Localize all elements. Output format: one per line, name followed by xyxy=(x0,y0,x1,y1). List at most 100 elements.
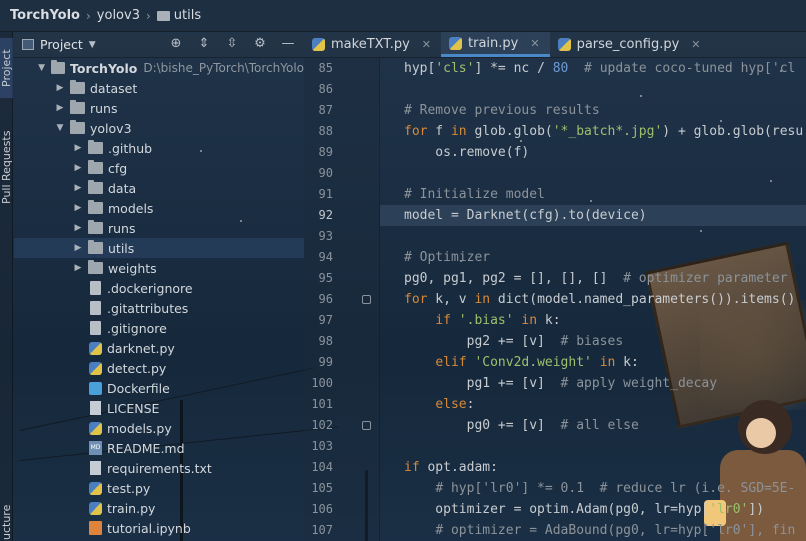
fold-icon[interactable] xyxy=(362,421,371,430)
line-number[interactable]: 103 xyxy=(303,436,333,457)
close-icon[interactable]: ✕ xyxy=(422,38,431,51)
chevron-down-icon[interactable]: ▼ xyxy=(89,40,96,50)
tree-item-readme-md[interactable]: MD README.md xyxy=(14,438,304,458)
close-icon[interactable]: ✕ xyxy=(691,38,700,51)
tree-item-weights[interactable]: ▶ weights xyxy=(14,258,304,278)
tree-item-github[interactable]: ▶ .github xyxy=(14,138,304,158)
minimize-icon[interactable]: — xyxy=(280,36,296,52)
chevron-right-icon[interactable]: ▶ xyxy=(72,223,84,233)
chevron-right-icon[interactable]: ▶ xyxy=(72,143,84,153)
breadcrumb-item-torchyolo[interactable]: TorchYolo xyxy=(4,8,86,23)
expand-all-icon[interactable]: ⇕ xyxy=(196,36,212,52)
breadcrumb-item-yolov3[interactable]: yolov3 xyxy=(91,8,146,23)
code-line[interactable]: model = Darknet(cfg).to(device) xyxy=(380,205,806,226)
line-number[interactable]: 105 xyxy=(303,478,333,499)
project-panel-title[interactable]: Project xyxy=(40,37,83,52)
line-number[interactable]: 88 xyxy=(303,121,333,142)
tree-item-utils[interactable]: ▶ utils xyxy=(14,238,304,258)
collapse-all-icon[interactable]: ⇳ xyxy=(224,36,240,52)
code-line[interactable]: for f in glob.glob('*_batch*.jpg') + glo… xyxy=(380,121,806,142)
code-line[interactable]: for k, v in dict(model.named_parameters(… xyxy=(380,289,806,310)
tree-root[interactable]: ▼ TorchYolo D:\bishe_PyTorch\TorchYolo xyxy=(14,58,304,78)
tree-item-dataset[interactable]: ▶ dataset xyxy=(14,78,304,98)
tree-item-cfg[interactable]: ▶ cfg xyxy=(14,158,304,178)
side-tab-pull-requests[interactable]: Pull Requests xyxy=(0,112,13,222)
line-number[interactable]: 92 xyxy=(303,205,333,226)
code-line[interactable]: pg0 += [v] # all else xyxy=(380,415,806,436)
code-line[interactable] xyxy=(380,436,806,457)
line-number[interactable]: 87 xyxy=(303,100,333,121)
side-tab-structure[interactable]: ucture xyxy=(0,502,13,541)
breadcrumb-item-utils[interactable]: utils xyxy=(151,8,207,23)
editor-tab-train-py[interactable]: train.py ✕ xyxy=(441,32,550,57)
code-line[interactable]: if '.bias' in k: xyxy=(380,310,806,331)
line-number[interactable]: 95 xyxy=(303,268,333,289)
code-line[interactable]: pg2 += [v] # biases xyxy=(380,331,806,352)
code-line[interactable]: if opt.adam: xyxy=(380,457,806,478)
code-line[interactable]: # Initialize model xyxy=(380,184,806,205)
chevron-right-icon[interactable]: ▶ xyxy=(72,243,84,253)
tree-item-tutorial-ipynb[interactable]: tutorial.ipynb xyxy=(14,518,304,538)
side-tab-project[interactable]: Project xyxy=(0,38,13,98)
code-line[interactable] xyxy=(380,79,806,100)
line-number[interactable]: 96 xyxy=(303,289,333,310)
code-line[interactable]: os.remove(f) xyxy=(380,142,806,163)
chevron-down-icon[interactable]: ▼ xyxy=(54,123,66,133)
chevron-right-icon[interactable]: ▶ xyxy=(72,163,84,173)
chevron-right-icon[interactable]: ▶ xyxy=(72,203,84,213)
code-line[interactable]: pg1 += [v] # apply weight_decay xyxy=(380,373,806,394)
code-line[interactable]: # optimizer = AdaBound(pg0, lr=hyp['lr0'… xyxy=(380,520,806,541)
code-line[interactable] xyxy=(380,226,806,247)
code-line[interactable]: # Remove previous results xyxy=(380,100,806,121)
gear-icon[interactable]: ⚙ xyxy=(252,36,268,52)
line-number[interactable]: 90 xyxy=(303,163,333,184)
code-line[interactable]: # Optimizer xyxy=(380,247,806,268)
tree-item-yolov3[interactable]: ▼ yolov3 xyxy=(14,118,304,138)
line-number[interactable]: 91 xyxy=(303,184,333,205)
line-number[interactable]: 100 xyxy=(303,373,333,394)
tree-item-models[interactable]: ▶ models xyxy=(14,198,304,218)
code-editor[interactable]: hyp['cls'] *= nc / 80 # update coco-tune… xyxy=(380,58,806,541)
tree-item-gitignore[interactable]: .gitignore xyxy=(14,318,304,338)
locate-icon[interactable]: ⊕ xyxy=(168,36,184,52)
code-line[interactable]: optimizer = optim.Adam(pg0, lr=hyp['lr0'… xyxy=(380,499,806,520)
code-line[interactable]: elif 'Conv2d.weight' in k: xyxy=(380,352,806,373)
chevron-right-icon[interactable]: ▶ xyxy=(72,183,84,193)
line-number[interactable]: 107 xyxy=(303,520,333,541)
line-number[interactable]: 97 xyxy=(303,310,333,331)
line-number[interactable]: 89 xyxy=(303,142,333,163)
editor-tab-parse-config-py[interactable]: parse_config.py ✕ xyxy=(550,32,711,57)
code-line[interactable]: pg0, pg1, pg2 = [], [], [] # optimizer p… xyxy=(380,268,806,289)
tree-item-test-py[interactable]: test.py xyxy=(14,478,304,498)
code-line[interactable]: hyp['cls'] *= nc / 80 # update coco-tune… xyxy=(380,58,806,79)
chevron-right-icon[interactable]: ▶ xyxy=(54,103,66,113)
code-line[interactable] xyxy=(380,163,806,184)
chevron-right-icon[interactable]: ▶ xyxy=(54,83,66,93)
tree-item-requirements-txt[interactable]: requirements.txt xyxy=(14,458,304,478)
chevron-right-icon[interactable]: ▶ xyxy=(72,263,84,273)
tree-item-runs[interactable]: ▶ runs xyxy=(14,98,304,118)
tree-item-train-py[interactable]: train.py xyxy=(14,498,304,518)
tree-item-data[interactable]: ▶ data xyxy=(14,178,304,198)
tree-item-gitattributes[interactable]: .gitattributes xyxy=(14,298,304,318)
code-line[interactable]: else: xyxy=(380,394,806,415)
line-number[interactable]: 106 xyxy=(303,499,333,520)
line-number[interactable]: 93 xyxy=(303,226,333,247)
chevron-down-icon[interactable]: ▼ xyxy=(36,63,47,73)
line-number[interactable]: 102 xyxy=(303,415,333,436)
tree-item-models-py[interactable]: models.py xyxy=(14,418,304,438)
editor-tab-maketxt-py[interactable]: makeTXT.py ✕ xyxy=(304,32,441,57)
line-number[interactable]: 98 xyxy=(303,331,333,352)
line-number[interactable]: 94 xyxy=(303,247,333,268)
tree-item-dockerignore[interactable]: .dockerignore xyxy=(14,278,304,298)
tree-item-detect-py[interactable]: detect.py xyxy=(14,358,304,378)
tree-item-darknet-py[interactable]: darknet.py xyxy=(14,338,304,358)
tree-item-license[interactable]: LICENSE xyxy=(14,398,304,418)
line-number[interactable]: 85 xyxy=(303,58,333,79)
tree-item-dockerfile[interactable]: Dockerfile xyxy=(14,378,304,398)
code-line[interactable]: # hyp['lr0'] *= 0.1 # reduce lr (i.e. SG… xyxy=(380,478,806,499)
line-number[interactable]: 101 xyxy=(303,394,333,415)
close-icon[interactable]: ✕ xyxy=(530,37,539,50)
line-number[interactable]: 99 xyxy=(303,352,333,373)
tree-item-runs[interactable]: ▶ runs xyxy=(14,218,304,238)
